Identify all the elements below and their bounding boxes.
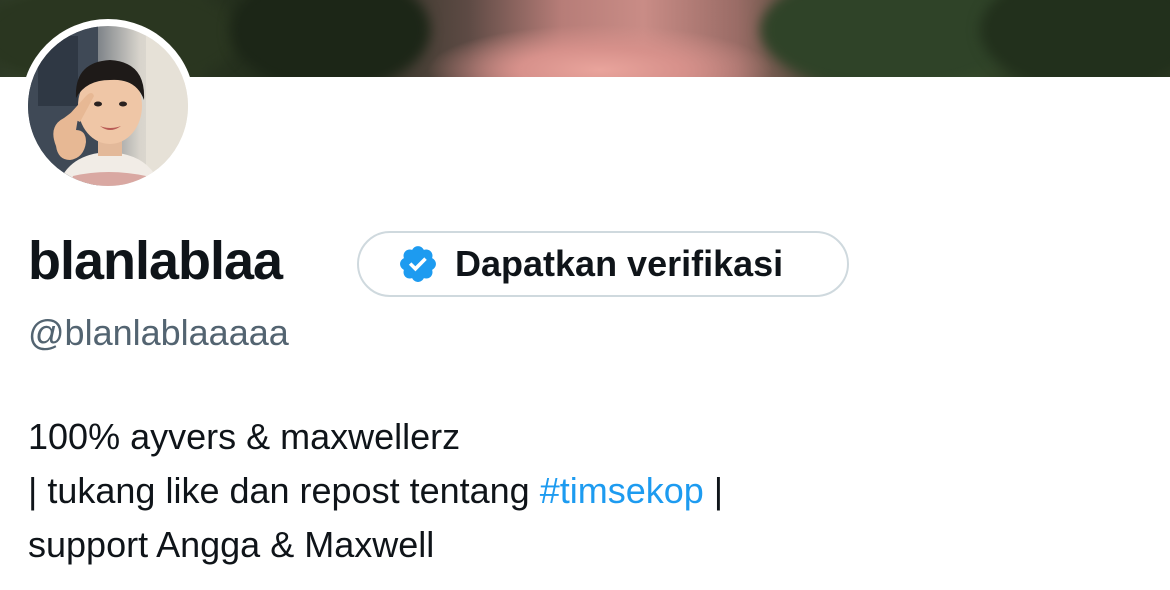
bio-line-2-prefix: | tukang like dan repost tentang	[28, 470, 540, 511]
hashtag-link[interactable]: #timsekop	[540, 470, 704, 511]
bio-line-2-suffix: |	[703, 470, 724, 511]
get-verified-button[interactable]: Dapatkan verifikasi	[357, 231, 849, 297]
profile-bio: 100% ayvers & maxwellerz | tukang like d…	[28, 410, 723, 572]
bio-line-2: | tukang like dan repost tentang #timsek…	[28, 464, 723, 518]
banner-foliage-midleft	[230, 0, 430, 77]
profile-handle: @blanlablaaaaa	[28, 312, 289, 353]
verified-badge-icon	[397, 243, 439, 285]
get-verified-label: Dapatkan verifikasi	[455, 243, 784, 284]
avatar[interactable]	[28, 26, 188, 186]
avatar-photo	[28, 26, 188, 186]
display-name: blanlablaa	[28, 231, 283, 291]
banner-foliage-farright	[980, 0, 1170, 77]
bio-line-3: support Angga & Maxwell	[28, 524, 435, 565]
bio-line-1: 100% ayvers & maxwellerz	[28, 416, 461, 457]
